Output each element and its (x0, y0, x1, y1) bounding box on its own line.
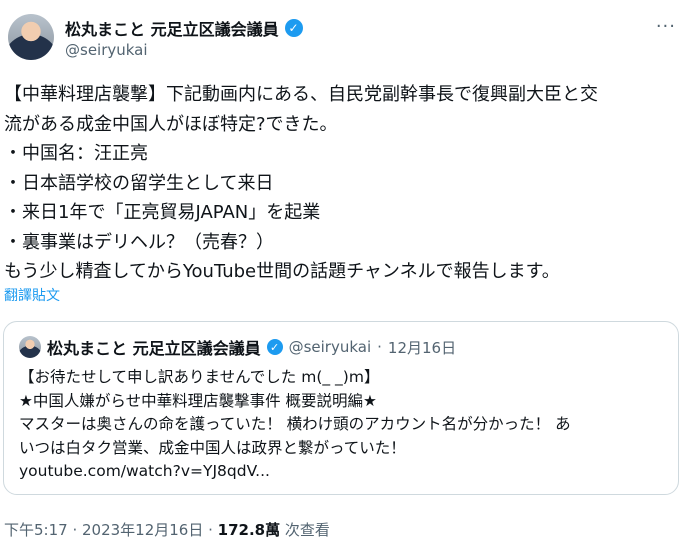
quoted-link[interactable]: youtube.com/watch?v=YJ8qdV... (19, 460, 669, 484)
quoted-verified-badge-icon: ✓ (266, 339, 283, 355)
tweet-line: ・裏事業はデリヘル？（売春？） (4, 231, 274, 253)
author-handle[interactable]: @seiryukai (65, 41, 148, 59)
quoted-line: ★中国人嫌がらせ中華料理店襲撃事件 概要説明編★ (19, 391, 377, 410)
quoted-separator: · (377, 338, 382, 356)
tweet-time[interactable]: 下午5:17 (4, 521, 68, 539)
quoted-line: いつは白タク営業、成金中国人は政界と繋がっていた！ (19, 438, 406, 457)
quoted-line: 【お待たせして申し訳ありませんでした m(_ _)m】 (19, 368, 380, 386)
quoted-tweet-header: 松丸まこと 元足立区議会議員 ✓ @seiryukai · 12月16日 (19, 335, 456, 359)
author-name-row: 松丸まこと 元足立区議会議員 ✓ (65, 16, 303, 40)
tweet-line: ・中国名：汪正亮 (4, 143, 148, 164)
tweet-line: 流がある成金中国人がほぼ特定?できた。 (4, 113, 338, 135)
author-display-name[interactable]: 松丸まこと 元足立区議会議員 (65, 16, 279, 40)
tweet-line: 【中華料理店襲撃】下記動画内にある、自民党副幹事長で復興副大臣と交 (4, 84, 598, 105)
quoted-tweet-text: 【お待たせして申し訳ありませんでした m(_ _)m】 ★中国人嫌がらせ中華料理… (19, 366, 669, 484)
quoted-display-name: 松丸まこと 元足立区議会議員 (47, 339, 261, 358)
tweet-date[interactable]: 2023年12月16日 (82, 521, 203, 539)
quoted-avatar (19, 336, 41, 358)
verified-badge-icon: ✓ (284, 19, 303, 37)
meta-separator: · (203, 521, 218, 539)
tweet-line: ・来日1年で「正亮貿易JAPAN」を起業 (4, 202, 321, 223)
avatar[interactable] (8, 14, 54, 60)
tweet-line: もう少し精査してからYouTube世間の話題チャンネルで報告します。 (4, 261, 560, 282)
more-options-icon[interactable]: ··· (656, 16, 676, 37)
tweet-header: 松丸まこと 元足立区議会議員 ✓ @seiryukai ··· (4, 8, 684, 66)
translate-post-link[interactable]: 翻譯貼文 (4, 285, 60, 305)
meta-separator: · (67, 521, 82, 539)
quoted-handle: @seiryukai (288, 338, 372, 356)
tweet-meta: 下午5:17 · 2023年12月16日 · 172.8萬 次查看 (4, 519, 330, 540)
quoted-line: マスターは奥さんの命を護っていた！ 横わけ頭のアカウント名が分かった！ あ (19, 415, 571, 433)
quoted-date: 12月16日 (387, 338, 457, 357)
tweet-text: 【中華料理店襲撃】下記動画内にある、自民党副幹事長で復興副大臣と交 流がある成金… (4, 80, 684, 287)
tweet-line: ・日本語学校の留学生として来日 (4, 172, 274, 194)
view-label: 次查看 (280, 521, 330, 539)
quoted-tweet-card[interactable]: 松丸まこと 元足立区議会議員 ✓ @seiryukai · 12月16日 【お待… (3, 321, 679, 495)
view-count: 172.8萬 (217, 521, 281, 539)
